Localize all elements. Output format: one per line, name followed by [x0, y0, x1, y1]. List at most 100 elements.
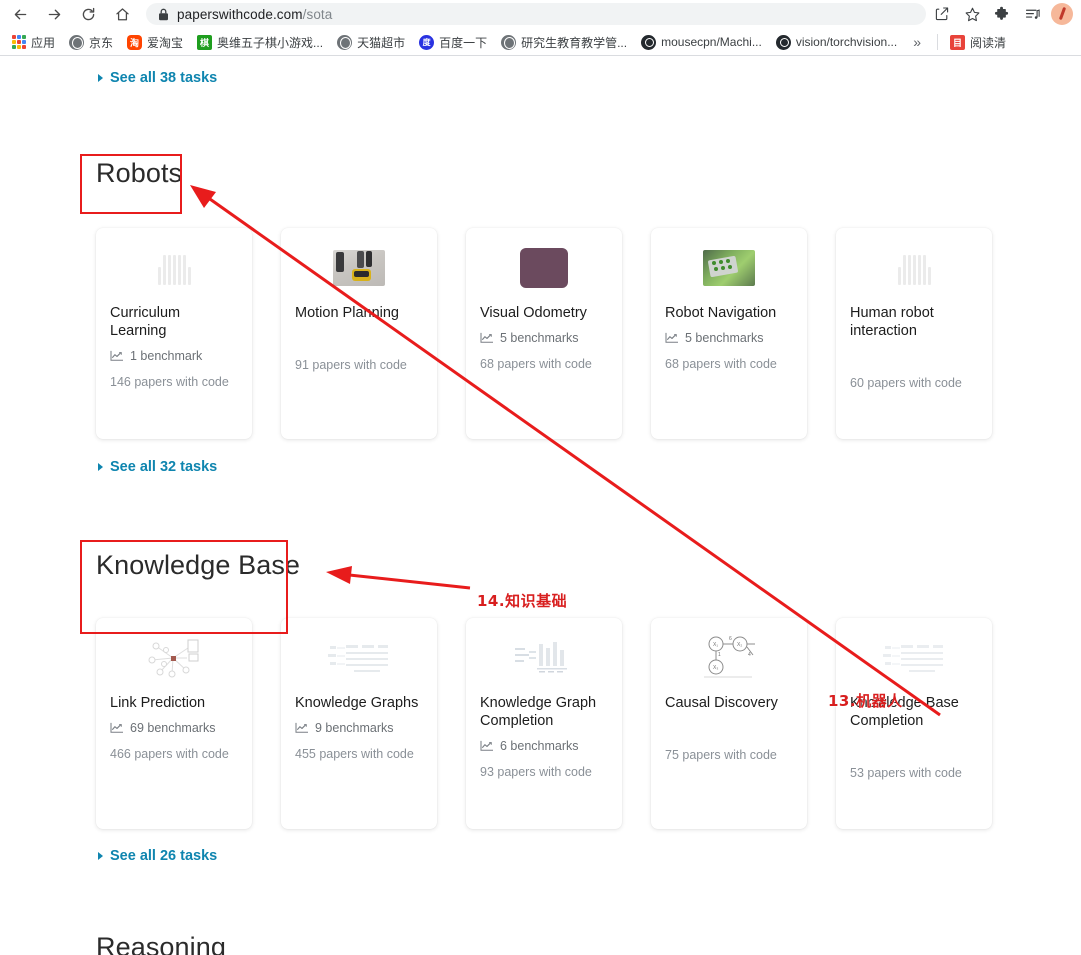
bookmark-label: 百度一下: [439, 35, 488, 50]
benchmark-chart-icon: [110, 722, 123, 733]
card-title: Human robot interaction: [850, 305, 934, 339]
section-title-robots: Robots: [96, 158, 183, 188]
task-card-knowledge-base-completion[interactable]: Knowledge Base Completion 53 papers with…: [836, 618, 992, 829]
card-papers: 466 papers with code: [110, 747, 229, 761]
card-title: Causal Discovery: [665, 695, 778, 711]
puzzle-icon[interactable]: [989, 1, 1015, 27]
card-papers: 60 papers with code: [850, 376, 962, 390]
task-card-visual-odometry[interactable]: Visual Odometry 5 benchmarks 68 papers w…: [466, 228, 622, 439]
card-benchmarks-label: 69 benchmarks: [130, 721, 216, 735]
card-benchmarks: 9 benchmarks: [295, 720, 423, 736]
taobao-icon: 淘: [127, 34, 143, 50]
svg-text:4: 4: [748, 652, 751, 658]
task-card-robot-navigation[interactable]: Robot Navigation 5 benchmarks 68 papers …: [651, 228, 807, 439]
address-bar[interactable]: paperswithcode.com/sota: [146, 3, 926, 25]
card-title: Knowledge Base Completion: [850, 695, 959, 729]
media-list-icon[interactable]: [1019, 1, 1045, 27]
bookmark-apps[interactable]: 应用: [6, 31, 61, 53]
svg-text:6: 6: [729, 636, 732, 642]
bookmark-label: mousecpn/Machi...: [661, 35, 762, 49]
card-title: Knowledge Graphs: [295, 695, 419, 711]
reload-icon[interactable]: [74, 0, 102, 28]
bookmark-jd[interactable]: 京东: [63, 31, 119, 53]
card-title: Link Prediction: [110, 695, 206, 711]
see-all-38-tasks-link[interactable]: See all 38 tasks: [98, 70, 217, 86]
bookmark-label: vision/torchvision...: [795, 35, 898, 49]
apps-grid-icon: [12, 35, 26, 49]
card-benchmarks: 6 benchmarks: [480, 738, 608, 754]
bookmark-label: 研究生教育教学管...: [521, 35, 628, 50]
card-papers: 53 papers with code: [850, 766, 962, 780]
bookmarks-overflow-button[interactable]: »: [909, 34, 925, 50]
card-benchmarks: 69 benchmarks: [110, 720, 238, 736]
reading-list-button[interactable]: 目 阅读清: [944, 31, 1012, 53]
bookmark-tmall[interactable]: 天猫超市: [331, 31, 411, 53]
card-title: Visual Odometry: [480, 305, 587, 321]
card-benchmarks: 5 benchmarks: [665, 330, 793, 346]
see-all-label: See all 26 tasks: [110, 848, 218, 864]
see-all-label: See all 38 tasks: [110, 70, 218, 86]
lock-icon: [158, 8, 169, 21]
card-papers: 93 papers with code: [480, 765, 592, 779]
bookmark-github-mousecpn[interactable]: mousecpn/Machi...: [635, 31, 768, 53]
task-card-knowledge-graphs[interactable]: Knowledge Graphs 9 benchmarks 455 papers…: [281, 618, 437, 829]
network-graph-diagram: [110, 632, 238, 684]
see-all-32-tasks-link[interactable]: See all 32 tasks: [98, 459, 217, 475]
browser-chrome: paperswithcode.com/sota 应用 京东 淘 爱淘宝 棋 奥维…: [0, 0, 1081, 56]
avatar[interactable]: [1051, 3, 1073, 25]
svg-text:1: 1: [718, 652, 721, 658]
causal-graph-diagram: X₁ X₂ X₃ 6 1 4: [665, 632, 793, 684]
globe-icon: [69, 34, 85, 50]
task-card-curriculum-learning[interactable]: Curriculum Learning 1 benchmark 146 pape…: [96, 228, 252, 439]
url-text: paperswithcode.com/sota: [177, 7, 332, 22]
bookmark-label: 奥维五子棋小游戏...: [217, 35, 324, 50]
card-papers: 91 papers with code: [295, 358, 407, 372]
task-card-motion-planning[interactable]: Motion Planning 91 papers with code: [281, 228, 437, 439]
bookmarks-bar: 应用 京东 淘 爱淘宝 棋 奥维五子棋小游戏... 天猫超市 度 百度一下 研究…: [0, 28, 1081, 56]
card-title: Motion Planning: [295, 305, 399, 321]
bookmark-github-torchvision[interactable]: vision/torchvision...: [770, 31, 903, 53]
star-icon[interactable]: [959, 1, 985, 27]
github-icon: [641, 34, 657, 50]
svg-text:X₁: X₁: [713, 642, 718, 648]
home-icon[interactable]: [108, 0, 136, 28]
svg-text:X₃: X₃: [713, 665, 718, 671]
card-title: Curriculum Learning: [110, 305, 181, 339]
caret-right-icon: [98, 74, 103, 82]
task-card-link-prediction[interactable]: Link Prediction 69 benchmarks 466 papers…: [96, 618, 252, 829]
card-title: Knowledge Graph Completion: [480, 695, 597, 729]
task-card-causal-discovery[interactable]: X₁ X₂ X₃ 6 1 4 Causal Discovery 75 papers wi…: [651, 618, 807, 829]
card-papers: 68 papers with code: [480, 357, 592, 371]
forward-arrow-icon[interactable]: [40, 0, 68, 28]
bookmark-baidu[interactable]: 度 百度一下: [413, 31, 493, 53]
see-all-26-tasks-link[interactable]: See all 26 tasks: [98, 848, 217, 864]
card-benchmarks-label: 1 benchmark: [130, 349, 203, 363]
faded-diagram: [295, 632, 423, 684]
bookmark-taobao[interactable]: 淘 爱淘宝: [121, 31, 189, 53]
benchmark-chart-icon: [480, 332, 493, 343]
share-icon[interactable]: [929, 1, 955, 27]
bookmark-gomoku[interactable]: 棋 奥维五子棋小游戏...: [191, 31, 329, 53]
faded-diagram: [850, 632, 978, 684]
card-papers: 75 papers with code: [665, 748, 777, 762]
card-benchmarks: 5 benchmarks: [480, 330, 608, 346]
card-benchmarks-label: 9 benchmarks: [315, 721, 394, 735]
card-benchmarks-label: 5 benchmarks: [685, 331, 764, 345]
browser-nav-bar: paperswithcode.com/sota: [0, 0, 1081, 28]
green-square-icon: 棋: [197, 34, 213, 50]
github-icon: [775, 34, 791, 50]
circuit-board-photo: [665, 242, 793, 294]
bookmark-label: 京东: [89, 35, 114, 50]
task-card-human-robot-interaction[interactable]: Human robot interaction 60 papers with c…: [836, 228, 992, 439]
bookmark-grad-edu[interactable]: 研究生教育教学管...: [495, 31, 633, 53]
caret-right-icon: [98, 463, 103, 471]
section-title-knowledge-base: Knowledge Base: [96, 550, 301, 580]
benchmark-chart-icon: [110, 350, 123, 361]
card-title: Robot Navigation: [665, 305, 777, 321]
task-card-knowledge-graph-completion[interactable]: Knowledge Graph Completion 6 benchmarks …: [466, 618, 622, 829]
back-arrow-icon[interactable]: [6, 0, 34, 28]
omnibox-actions: [929, 1, 1081, 27]
caret-right-icon: [98, 852, 103, 860]
benchmark-chart-icon: [480, 740, 493, 751]
bookmark-label: 应用: [31, 35, 56, 50]
